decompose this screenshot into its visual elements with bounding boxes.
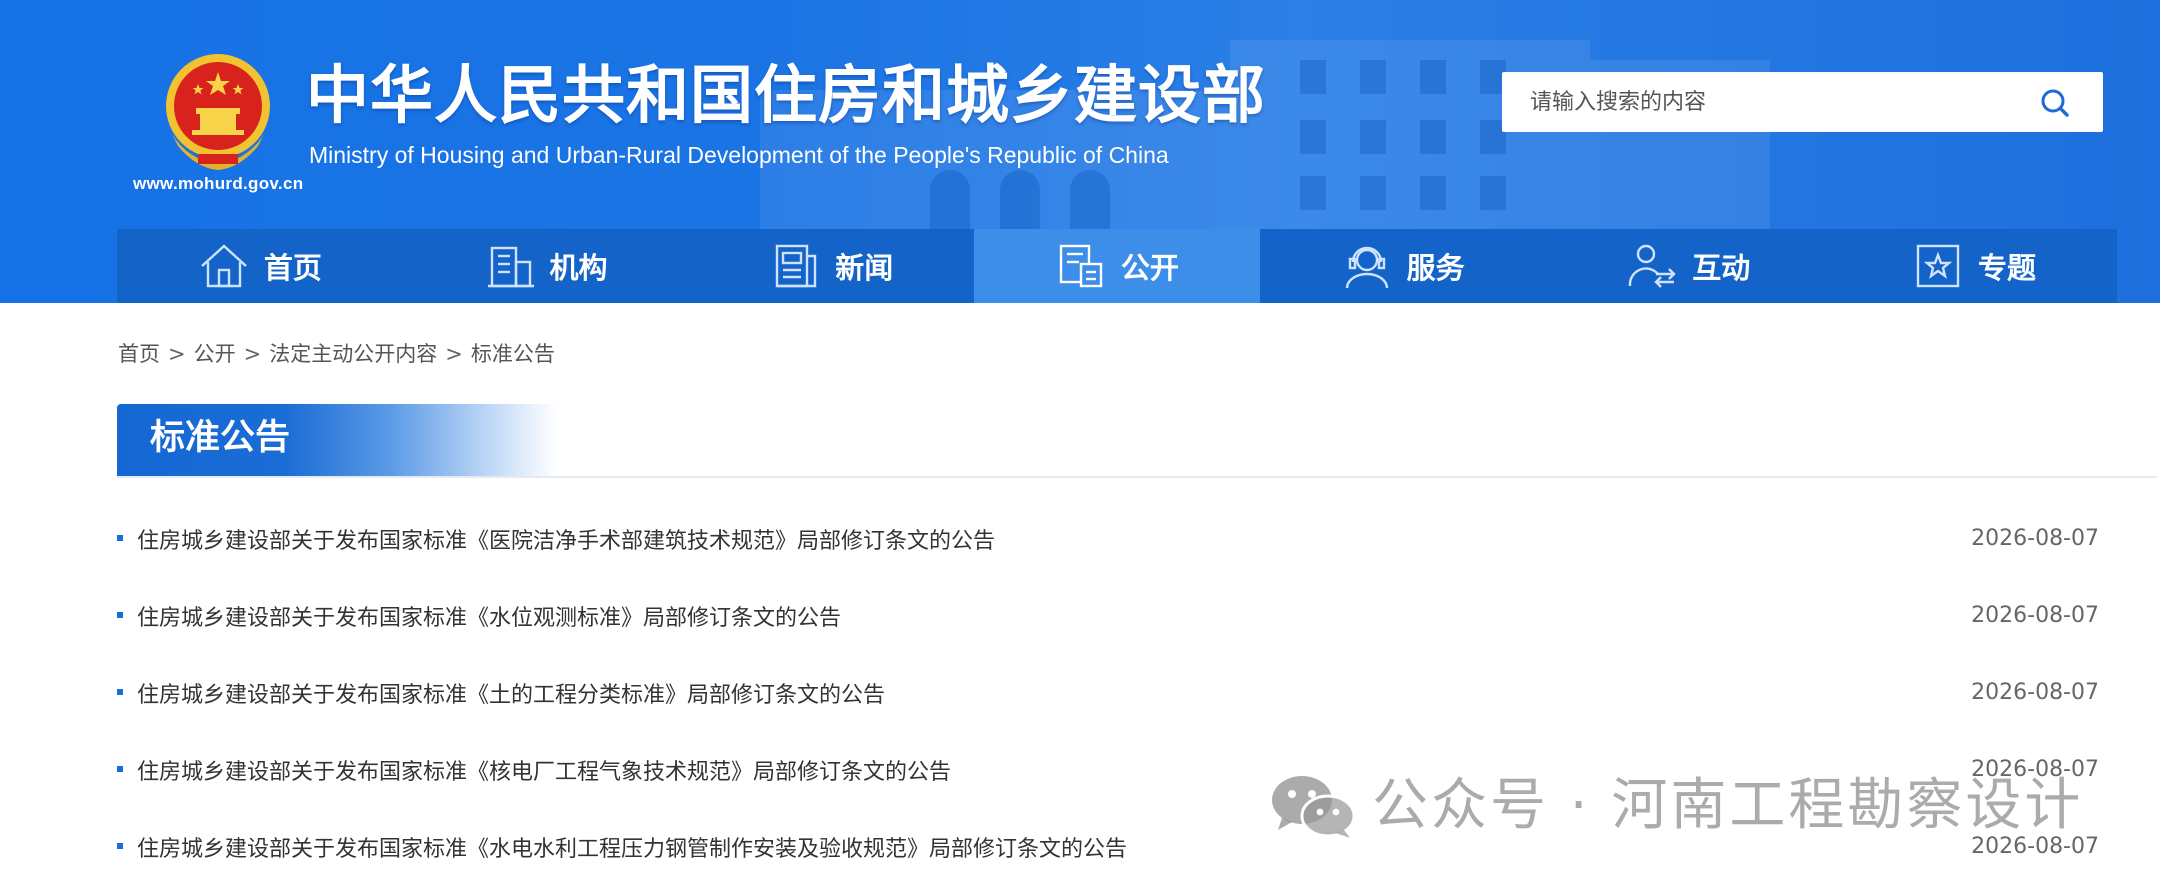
nav-item-home[interactable]: 首页 — [117, 229, 403, 303]
breadcrumb: 首页 > 公开 > 法定主动公开内容 > 标准公告 — [118, 338, 555, 368]
section-divider — [117, 476, 2157, 478]
notice-date: 2026-08-07 — [1971, 680, 2099, 705]
list-item: 住房城乡建设部关于发布国家标准《水位观测标准》局部修订条文的公告 2026-08… — [117, 577, 2099, 654]
breadcrumb-home[interactable]: 首页 — [118, 342, 160, 366]
breadcrumb-separator: > — [168, 342, 186, 366]
nav-item-open[interactable]: 公开 — [974, 229, 1260, 303]
nav-item-organization[interactable]: 机构 — [403, 229, 689, 303]
breadcrumb-statutory[interactable]: 法定主动公开内容 — [269, 342, 437, 366]
breadcrumb-separator: > — [243, 342, 262, 366]
nav-item-service[interactable]: 服务 — [1260, 229, 1546, 303]
list-item: 住房城乡建设部关于发布国家标准《医院洁净手术部建筑技术规范》局部修订条文的公告 … — [117, 500, 2099, 577]
bullet-icon — [117, 535, 123, 541]
document-icon — [1059, 244, 1103, 288]
nav-label-topics: 专题 — [1977, 251, 2036, 285]
nav-item-topics[interactable]: 专题 — [1831, 229, 2117, 303]
list-item: 住房城乡建设部关于发布国家标准《土的工程分类标准》局部修订条文的公告 2026-… — [117, 654, 2099, 731]
wechat-icon — [1272, 776, 1356, 838]
bullet-icon — [117, 766, 123, 772]
site-header: www.mohurd.gov.cn 中华人民共和国住房和城乡建设部 Minist… — [0, 0, 2160, 303]
notice-date: 2026-08-07 — [1971, 526, 2099, 551]
national-emblem-logo — [166, 54, 270, 170]
bullet-icon — [117, 612, 123, 618]
interaction-icon — [1629, 244, 1676, 288]
nav-label-interaction: 互动 — [1692, 251, 1751, 285]
home-icon — [201, 244, 247, 288]
main-nav: 首页 机构 新闻 公开 服务 互动 专题 — [117, 229, 2117, 303]
site-title-cn: 中华人民共和国住房和城乡建设部 — [306, 59, 1266, 132]
search-input[interactable] — [1502, 72, 2022, 132]
notice-link[interactable]: 住房城乡建设部关于发布国家标准《核电厂工程气象技术规范》局部修订条文的公告 — [137, 754, 951, 786]
building-icon — [487, 246, 534, 288]
star-icon — [1916, 244, 1960, 288]
nav-label-service: 服务 — [1406, 251, 1465, 285]
breadcrumb-separator: > — [445, 342, 463, 366]
nav-item-news[interactable]: 新闻 — [688, 229, 974, 303]
notice-link[interactable]: 住房城乡建设部关于发布国家标准《土的工程分类标准》局部修订条文的公告 — [137, 677, 885, 709]
search-icon[interactable] — [2039, 87, 2071, 119]
site-domain: www.mohurd.gov.cn — [133, 174, 304, 193]
breadcrumb-current[interactable]: 标准公告 — [471, 342, 555, 366]
bullet-icon — [117, 843, 123, 849]
notice-link[interactable]: 住房城乡建设部关于发布国家标准《水电水利工程压力钢管制作安装及验收规范》局部修订… — [137, 831, 1127, 863]
bullet-icon — [117, 689, 123, 695]
nav-label-organization: 机构 — [549, 251, 608, 285]
search-box — [1502, 72, 2103, 132]
nav-item-interaction[interactable]: 互动 — [1545, 229, 1831, 303]
site-title-en: Ministry of Housing and Urban-Rural Deve… — [309, 142, 1169, 168]
service-icon — [1345, 246, 1388, 289]
watermark: 公众号 · 河南工程勘察设计 — [1270, 772, 2110, 842]
nav-label-home: 首页 — [263, 251, 322, 285]
nav-label-open: 公开 — [1120, 251, 1179, 285]
newspaper-icon — [776, 244, 817, 288]
breadcrumb-open[interactable]: 公开 — [194, 342, 236, 366]
nav-label-news: 新闻 — [835, 251, 894, 285]
notice-link[interactable]: 住房城乡建设部关于发布国家标准《医院洁净手术部建筑技术规范》局部修订条文的公告 — [137, 523, 995, 555]
watermark-text: 公众号 · 河南工程勘察设计 — [1372, 773, 2084, 838]
notice-link[interactable]: 住房城乡建设部关于发布国家标准《水位观测标准》局部修订条文的公告 — [137, 600, 841, 632]
notice-date: 2026-08-07 — [1971, 603, 2099, 628]
section-title: 标准公告 — [150, 418, 291, 458]
